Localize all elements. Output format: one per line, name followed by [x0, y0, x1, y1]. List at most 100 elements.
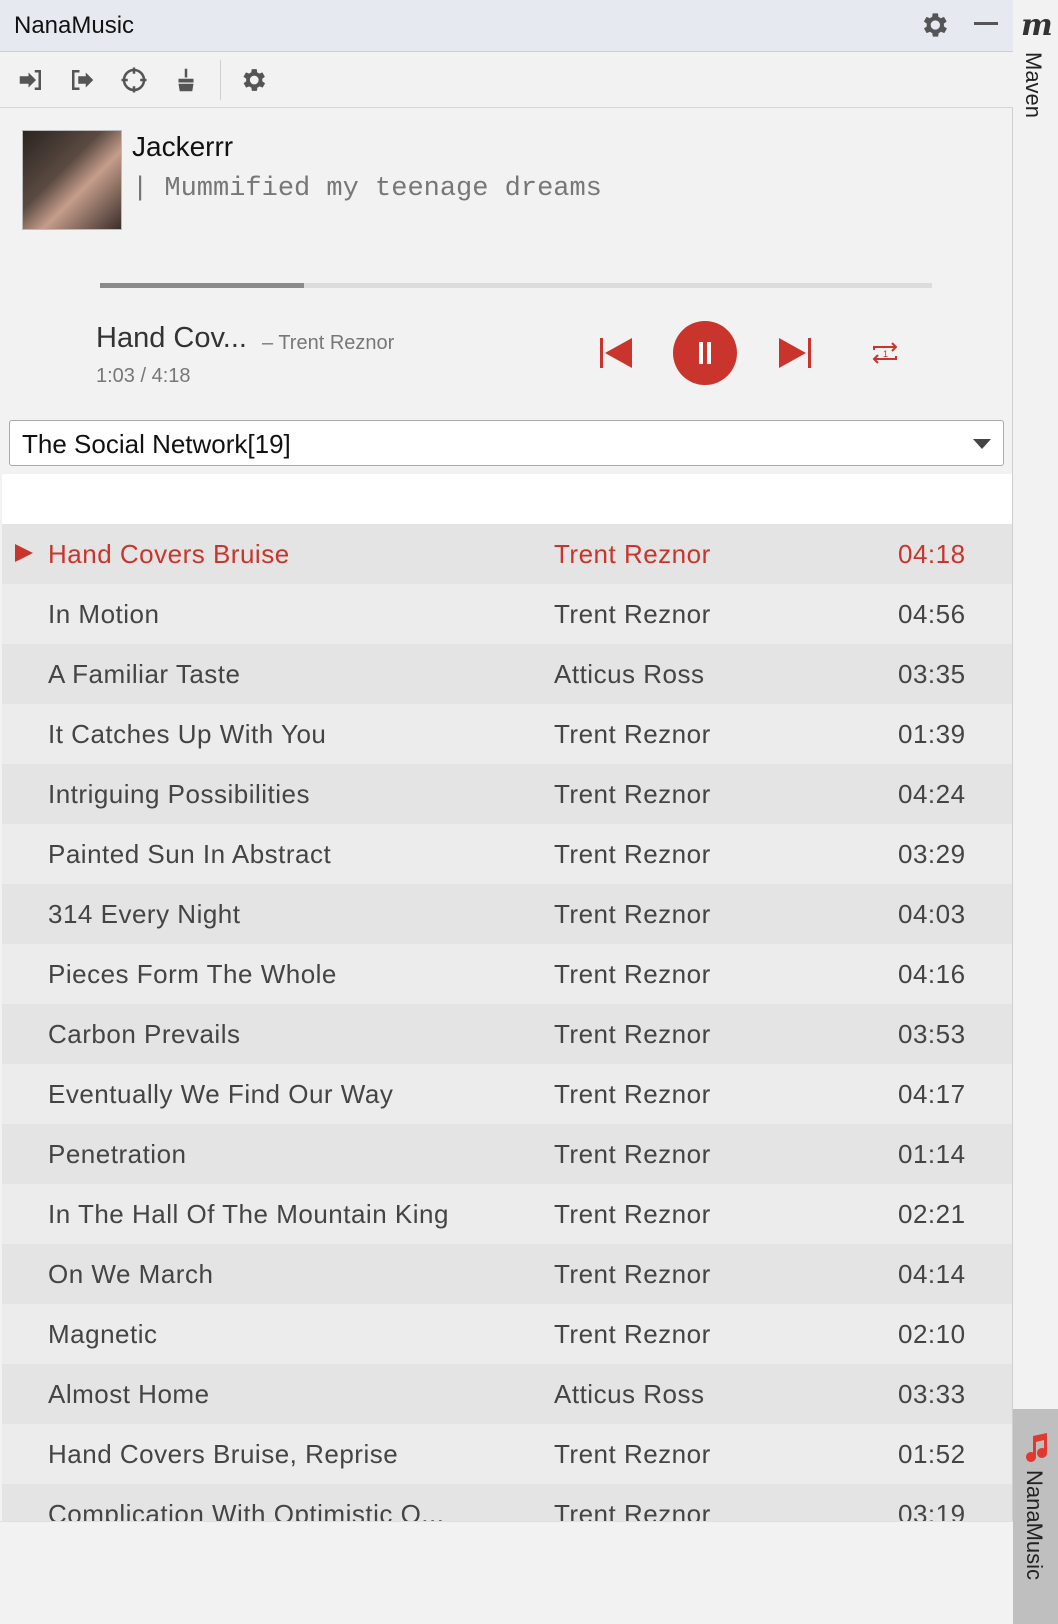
song-name: Carbon Prevails — [48, 1019, 241, 1049]
username: Jackerrr — [132, 131, 234, 162]
playback-progress-bar[interactable] — [100, 283, 932, 288]
playback-time: 1:03 / 4:18 — [96, 365, 191, 387]
window-title: NanaMusic — [14, 12, 135, 39]
song-row[interactable]: It Catches Up With You Trent Reznor 01:39 — [2, 704, 1012, 764]
song-list: Hand Covers Bruise Trent Reznor 04:18 In Mo… — [2, 524, 1012, 1521]
song-row[interactable]: Magnetic Trent Reznor 02:10 — [2, 1304, 1012, 1364]
song-row[interactable]: Complication With Optimistic O... Trent R… — [2, 1484, 1012, 1521]
song-artist: Trent Reznor — [554, 1199, 711, 1229]
song-name: In Motion — [48, 599, 160, 629]
song-duration: 04:03 — [898, 899, 966, 929]
song-row[interactable]: 314 Every Night Trent Reznor 04:03 — [2, 884, 1012, 944]
now-playing-artist: – Trent Reznor — [262, 332, 395, 354]
song-artist: Trent Reznor — [554, 599, 711, 629]
song-row[interactable]: Hand Covers Bruise Trent Reznor 04:18 — [2, 524, 1012, 584]
next-track-button[interactable] — [777, 335, 813, 371]
song-duration: 04:14 — [898, 1259, 966, 1289]
song-name: In The Hall Of The Mountain King — [48, 1199, 449, 1229]
crosshair-icon[interactable] — [119, 65, 149, 95]
song-duration: 04:56 — [898, 599, 966, 629]
song-artist: Trent Reznor — [554, 1439, 711, 1469]
avatar[interactable] — [22, 130, 122, 230]
minimize-icon[interactable] — [974, 22, 998, 25]
song-artist: Atticus Ross — [554, 659, 705, 689]
right-tool-strip — [1013, 0, 1058, 1624]
song-name: It Catches Up With You — [48, 719, 327, 749]
song-artist: Trent Reznor — [554, 1139, 711, 1169]
song-name: Painted Sun In Abstract — [48, 839, 332, 869]
user-signature: | Mummified my teenage dreams — [132, 174, 602, 204]
song-duration: 04:17 — [898, 1079, 966, 1109]
song-row[interactable]: Hand Covers Bruise, Reprise Trent Reznor 0… — [2, 1424, 1012, 1484]
maven-icon[interactable]: m — [1021, 8, 1053, 43]
song-name: Complication With Optimistic O... — [48, 1499, 445, 1521]
song-row[interactable]: On We March Trent Reznor 04:14 — [2, 1244, 1012, 1304]
song-name: 314 Every Night — [48, 899, 241, 929]
pause-button[interactable] — [673, 321, 737, 385]
maven-tab-label[interactable]: Maven — [1020, 52, 1046, 118]
title-bar: NanaMusic — [0, 0, 1013, 52]
song-artist: Trent Reznor — [554, 1259, 711, 1289]
song-row[interactable]: Carbon Prevails Trent Reznor 03:53 — [2, 1004, 1012, 1064]
sign-in-icon[interactable] — [16, 65, 46, 95]
song-artist: Trent Reznor — [554, 839, 711, 869]
song-artist: Trent Reznor — [554, 779, 711, 809]
song-duration: 03:53 — [898, 1019, 966, 1049]
song-name: Pieces Form The Whole — [48, 959, 337, 989]
repeat-one-icon[interactable]: 1 — [868, 338, 902, 368]
chevron-down-icon — [973, 439, 991, 449]
song-artist: Atticus Ross — [554, 1379, 705, 1409]
song-duration: 02:21 — [898, 1199, 966, 1229]
progress-fill — [100, 283, 304, 288]
sign-out-icon[interactable] — [67, 65, 97, 95]
song-row[interactable]: Painted Sun In Abstract Trent Reznor 03:29 — [2, 824, 1012, 884]
song-name: Almost Home — [48, 1379, 210, 1409]
song-duration: 04:18 — [898, 539, 966, 569]
previous-track-button[interactable] — [598, 335, 634, 371]
svg-text:1: 1 — [883, 349, 888, 359]
pause-icon-bar — [707, 342, 711, 364]
song-artist: Trent Reznor — [554, 959, 711, 989]
song-duration: 03:29 — [898, 839, 966, 869]
song-name: On We March — [48, 1259, 214, 1289]
song-row[interactable]: Almost Home Atticus Ross 03:33 — [2, 1364, 1012, 1424]
gear-icon[interactable] — [918, 9, 950, 41]
song-row[interactable]: Pieces Form The Whole Trent Reznor 04:16 — [2, 944, 1012, 1004]
gear-icon[interactable] — [238, 65, 268, 95]
toolbar-separator — [220, 60, 221, 100]
song-name: Hand Covers Bruise — [48, 539, 290, 569]
song-row[interactable]: Intriguing Possibilities Trent Reznor 04:2… — [2, 764, 1012, 824]
tool-window: NanaMusic Jackerrr | Mummified my teenag… — [0, 0, 1013, 1624]
song-artist: Trent Reznor — [554, 539, 711, 569]
song-name: A Familiar Taste — [48, 659, 241, 689]
song-duration: 03:35 — [898, 659, 966, 689]
song-duration: 03:19 — [898, 1499, 966, 1521]
song-row[interactable]: Penetration Trent Reznor 01:14 — [2, 1124, 1012, 1184]
song-row[interactable]: In Motion Trent Reznor 04:56 — [2, 584, 1012, 644]
song-artist: Trent Reznor — [554, 899, 711, 929]
song-name: Intriguing Possibilities — [48, 779, 311, 809]
song-duration: 01:14 — [898, 1139, 966, 1169]
bottom-empty-area — [0, 1521, 1013, 1624]
song-artist: Trent Reznor — [554, 1019, 711, 1049]
song-duration: 04:16 — [898, 959, 966, 989]
nanamusic-tab-label[interactable]: NanaMusic — [1021, 1470, 1047, 1580]
song-duration: 01:52 — [898, 1439, 966, 1469]
song-row[interactable]: Eventually We Find Our Way Trent Reznor 04… — [2, 1064, 1012, 1124]
song-duration: 03:33 — [898, 1379, 966, 1409]
song-row[interactable]: In The Hall Of The Mountain King Trent Re… — [2, 1184, 1012, 1244]
pause-icon — [699, 342, 703, 364]
toolbar — [0, 52, 1013, 108]
broom-icon[interactable] — [171, 65, 201, 95]
playlist-select[interactable]: The Social Network[19] — [9, 420, 1004, 466]
music-note-icon — [1026, 1433, 1047, 1462]
song-name: Hand Covers Bruise, Reprise — [48, 1439, 399, 1469]
song-artist: Trent Reznor — [554, 719, 711, 749]
song-name: Magnetic — [48, 1319, 158, 1349]
now-playing-title: Hand Cov... — [96, 322, 247, 354]
song-row[interactable]: A Familiar Taste Atticus Ross 03:35 — [2, 644, 1012, 704]
playlist-select-value: The Social Network[19] — [22, 429, 291, 459]
now-playing-icon — [15, 544, 33, 562]
song-name: Eventually We Find Our Way — [48, 1079, 394, 1109]
song-duration: 02:10 — [898, 1319, 966, 1349]
